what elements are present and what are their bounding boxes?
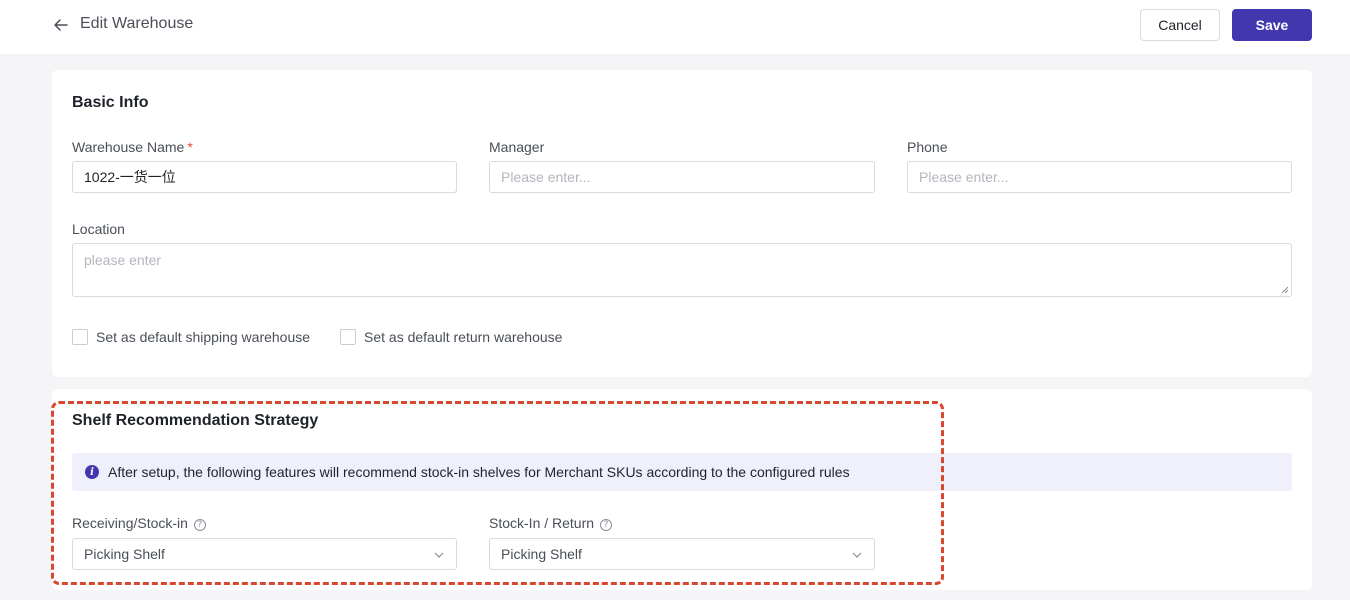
location-label: Location [72,221,125,237]
warehouse-name-label: Warehouse Name * [72,139,193,155]
return-select-value: Picking Shelf [501,546,582,562]
info-text: After setup, the following features will… [108,464,850,480]
default-shipping-checkbox[interactable] [72,329,88,345]
default-shipping-label: Set as default shipping warehouse [96,329,311,345]
top-bar: Edit Warehouse Cancel Save [0,0,1350,54]
return-label: Stock-In / Return? [489,515,613,531]
shelf-strategy-card: Shelf Recommendation Strategy i After se… [52,389,1312,590]
return-label-text: Stock-In / Return [489,515,595,531]
manager-label: Manager [489,139,545,155]
receiving-label-text: Receiving/Stock-in [72,515,188,531]
manager-input[interactable]: Please enter... [489,161,875,193]
help-icon[interactable]: ? [193,519,206,531]
page-title: Edit Warehouse [80,15,194,32]
warehouse-name-input[interactable]: 1022-一货一位 [72,161,457,193]
default-return-checkbox-row[interactable]: Set as default return warehouse [340,329,562,345]
phone-label: Phone [907,139,948,155]
info-banner: i After setup, the following features wi… [72,453,1292,491]
shelf-strategy-title: Shelf Recommendation Strategy [72,412,319,429]
resize-handle-icon[interactable] [1281,286,1289,294]
location-textarea[interactable]: please enter [72,243,1292,297]
chevron-down-icon [852,552,862,558]
return-select[interactable]: Picking Shelf [489,538,875,570]
phone-input[interactable]: Please enter... [907,161,1292,193]
cancel-button[interactable]: Cancel [1140,9,1220,41]
receiving-select-value: Picking Shelf [84,546,165,562]
default-return-label: Set as default return warehouse [364,329,563,345]
default-shipping-checkbox-row[interactable]: Set as default shipping warehouse [72,329,310,345]
chevron-down-icon [434,552,444,558]
help-icon[interactable]: ? [600,519,613,531]
location-placeholder: please enter [84,252,162,268]
default-return-checkbox[interactable] [340,329,356,345]
required-mark: * [187,139,193,155]
basic-info-card: Basic Info Warehouse Name * 1022-一货一位 Man… [52,70,1312,377]
save-button[interactable]: Save [1232,9,1312,41]
back-arrow-icon[interactable] [52,16,70,34]
warehouse-name-label-text: Warehouse Name [72,139,185,155]
receiving-select[interactable]: Picking Shelf [72,538,457,570]
receiving-label: Receiving/Stock-in? [72,515,206,531]
basic-info-title: Basic Info [72,94,149,111]
info-icon: i [85,465,99,479]
